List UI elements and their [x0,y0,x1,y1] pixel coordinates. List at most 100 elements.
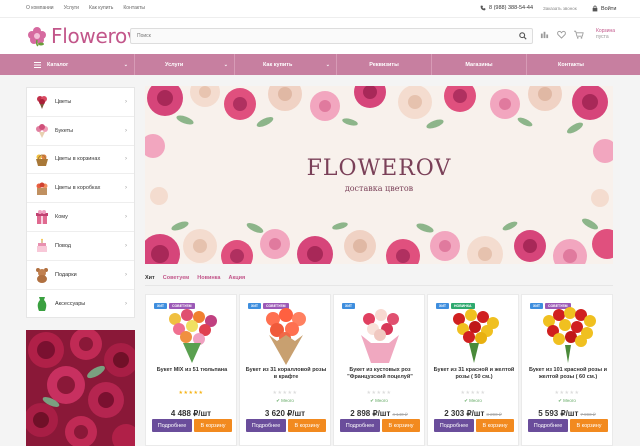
banner-subtitle: доставка цветов [344,184,414,193]
product-image[interactable] [161,305,223,365]
top-link-how-to-buy[interactable]: Как купить [89,5,113,11]
price-value: 4 488 ₽/шт [170,409,212,418]
sidebar-item-flowers[interactable]: Цветы › [27,88,134,117]
heart-icon[interactable] [557,30,566,39]
product-card[interactable]: ХИТ СОВЕТУЕМ Букет из 101 красной розы и… [521,294,613,446]
cart-icon[interactable] [574,30,584,39]
details-button[interactable]: Подробнее [434,419,474,432]
hero-banner[interactable]: FLOWEROV доставка цветов [145,86,613,264]
top-bar: О компании Услуги Как купить Контакты 8 … [0,0,640,18]
product-image[interactable] [443,305,505,365]
chevron-down-icon: ⌄ [123,61,128,68]
product-name[interactable]: Букет из 31 красной и желтой розы ( 50 с… [433,367,515,381]
chevron-right-icon: › [125,242,127,249]
rating-stars: ★★★★★ [272,390,298,396]
callback-link[interactable]: Заказать звонок [543,6,577,11]
cart-status: пуста [596,34,609,40]
tab-sale[interactable]: Акция [228,275,245,281]
nav-how-to-buy-label: Как купить [263,61,293,68]
product-name[interactable]: Букет из кустовых роз "Французский поцел… [339,367,421,381]
old-price: 4 140 ₽ [392,412,408,417]
teddy-bear-icon [34,267,50,283]
details-button[interactable]: Подробнее [528,419,568,432]
chevron-down-icon: ⌄ [325,61,330,68]
chevron-down-icon: ⌄ [223,61,228,68]
nav-services[interactable]: Услуги ⌄ [135,54,235,75]
top-link-services[interactable]: Услуги [64,5,79,11]
sidebar-item-accessories[interactable]: Аксессуары › [27,290,134,319]
details-button[interactable]: Подробнее [340,419,380,432]
search-input[interactable] [131,29,511,43]
compare-icon[interactable] [540,30,549,39]
details-button[interactable]: Подробнее [152,419,192,432]
phone-icon [480,5,486,11]
product-card[interactable]: ХИТ Букет из кустовых роз "Французский п… [333,294,425,446]
product-card[interactable]: ХИТ СОВЕТУЕМ Букет MIX из 51 тюльпана ★★… [145,294,237,446]
sidebar-item-recipient[interactable]: Кому › [27,203,134,232]
sidebar-item-flowers-in-baskets[interactable]: Цветы в корзинах › [27,146,134,175]
tab-new[interactable]: Новинка [197,275,220,281]
flowers-icon [34,123,50,139]
sidebar-item-bouquets[interactable]: Букеты › [27,117,134,146]
product-price: 3 620 ₽/шт [240,409,330,418]
rating-stars: ★★★★★ [178,390,204,396]
tab-recommended[interactable]: Советуем [163,275,190,281]
product-image[interactable] [349,305,411,365]
product-price: 2 303 ₽/шт 3 290 ₽ [428,409,518,418]
sidebar-item-occasion[interactable]: Повод › [27,232,134,261]
nav-requisites-label: Реквизиты [369,61,399,68]
cart-summary[interactable]: Корзина пуста [596,28,615,40]
sidebar-item-label: Аксессуары [55,300,86,307]
search-icon[interactable] [519,32,527,40]
nav-requisites[interactable]: Реквизиты [337,54,432,75]
login-link[interactable]: Войти [592,5,616,12]
product-card[interactable]: ХИТ СОВЕТУЕМ Букет из 31 коралловой розы… [239,294,331,446]
details-button[interactable]: Подробнее [246,419,286,432]
product-image[interactable] [255,305,317,365]
product-list: ХИТ СОВЕТУЕМ Букет MIX из 51 тюльпана ★★… [145,294,613,446]
price-value: 5 593 ₽/шт [538,409,579,418]
add-to-cart-button[interactable]: В корзину [570,419,608,432]
chevron-right-icon: › [125,127,127,134]
add-to-cart-button[interactable]: В корзину [194,419,232,432]
nav-contacts[interactable]: Контакты [527,54,615,75]
nav-catalog[interactable]: Каталог ⌄ [26,54,135,75]
promo-image[interactable] [26,330,135,446]
phone-text: 8 (988) 388-54-44 [489,5,534,11]
lock-icon [592,5,598,12]
category-sidebar: Цветы › Букеты › Цветы в корзинах › Цвет… [26,87,135,318]
header-icons [540,30,584,39]
product-card[interactable]: ХИТ НОВИНКА Букет из 31 красной и желтой… [427,294,519,446]
sidebar-item-flowers-in-boxes[interactable]: Цветы в коробках › [27,174,134,204]
add-to-cart-button[interactable]: В корзину [476,419,514,432]
stock-status: ✔ Много [276,398,294,403]
logo[interactable]: Flowerov [26,24,139,48]
product-image[interactable] [537,305,599,365]
sidebar-item-label: Букеты [55,127,74,134]
nav-how-to-buy[interactable]: Как купить ⌄ [235,54,337,75]
nav-shops[interactable]: Магазины [432,54,527,75]
product-name[interactable]: Букет MIX из 51 тюльпана [151,367,233,374]
product-name[interactable]: Букет из 31 коралловой розы в крафте [245,367,327,381]
product-price: 4 488 ₽/шт [146,409,236,418]
top-links: О компании Услуги Как купить Контакты [26,5,145,11]
sidebar-item-label: Подарки [55,271,77,278]
top-link-contacts[interactable]: Контакты [123,5,145,11]
vase-icon [34,296,50,312]
price-value: 2 303 ₽/шт [444,409,485,418]
add-to-cart-button[interactable]: В корзину [288,419,326,432]
header: Flowerov Корзина пуста [0,18,640,54]
nav-services-label: Услуги [165,61,184,68]
product-name[interactable]: Букет из 101 красной розы и желтой розы … [527,367,609,381]
chevron-right-icon: › [125,300,127,307]
nav-catalog-label: Каталог [47,61,69,68]
tab-hit[interactable]: Хит [145,275,155,281]
top-link-about[interactable]: О компании [26,5,54,11]
product-price: 5 593 ₽/шт 7 990 ₽ [522,409,612,418]
phone-number[interactable]: 8 (988) 388-54-44 [480,5,533,11]
sidebar-item-label: Повод [55,242,72,249]
search-box [130,28,533,44]
sidebar-item-label: Цветы в коробках [55,185,101,192]
add-to-cart-button[interactable]: В корзину [382,419,420,432]
sidebar-item-gifts[interactable]: Подарки › [27,261,134,290]
